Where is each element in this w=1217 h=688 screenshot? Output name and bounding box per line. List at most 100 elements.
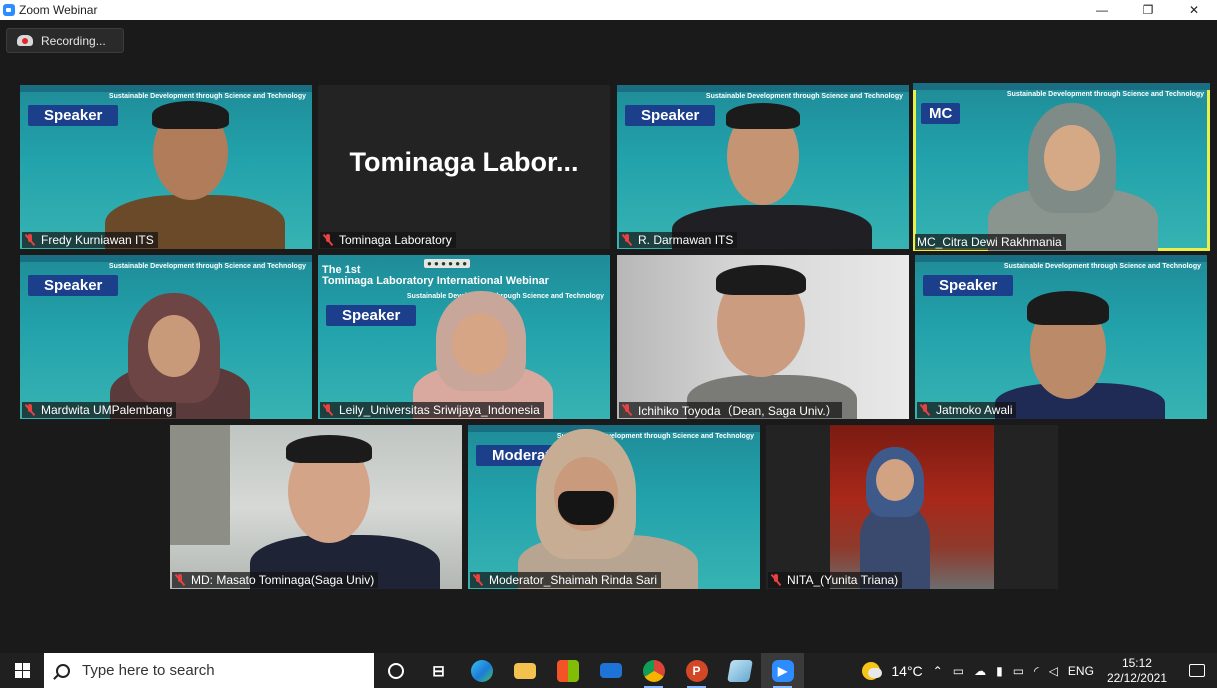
recording-indicator[interactable]: Recording... [6,28,124,53]
banner-strip [468,425,760,432]
person-hair [1027,291,1109,325]
banner-subtitle: Sustainable Development through Science … [1003,263,1201,270]
task-view-icon: ⊟ [432,662,445,680]
participant-name: Ichihiko Toyoda（Dean, Saga Univ.） [638,403,838,418]
task-view-button[interactable]: ⊟ [417,653,460,688]
taskbar-search-box[interactable]: Type here to search [44,653,374,688]
banner-strip [20,85,312,92]
app-icon [726,659,753,682]
banner-subtitle: Sustainable Development through Science … [705,93,903,100]
bookshelf [170,425,230,545]
weather-temperature[interactable]: 14°C [891,663,922,679]
taskbar-app-zoom[interactable]: ▶ [761,653,804,688]
video-tile[interactable]: ● ● ● ● ● ● The 1st Tominaga Laboratory … [318,255,610,419]
taskbar-app-misc[interactable] [718,653,761,688]
mail-icon [599,663,622,678]
participant-name-label: Fredy Kurniawan ITS [22,232,158,248]
microphone-icon[interactable]: ▮ [996,664,1003,678]
video-tile[interactable]: NITA_(Yunita Triana) [766,425,1058,589]
banner-strip [913,83,1210,90]
file-explorer-icon [513,662,536,679]
edge-icon [470,659,493,682]
participant-name: Tominaga Laboratory [339,233,452,247]
taskbar-app-store[interactable] [546,653,589,688]
participant-name-label: Leily_Universitas Sriwijaya_Indonesia [320,402,544,418]
participant-name-label: MC_Citra Dewi Rakhmania [915,234,1066,250]
cortana-icon [387,662,404,679]
participant-display-name: Tominaga Labor... [349,147,579,177]
system-clock[interactable]: 15:12 22/12/2021 [1107,656,1167,686]
participant-name: MD: Masato Tominaga(Saga Univ) [191,573,375,587]
monitor-icon[interactable]: ▭ [953,664,964,678]
cloud-record-icon [17,35,33,46]
taskbar-app-file-explorer[interactable] [503,653,546,688]
chrome-icon [642,659,665,682]
language-indicator[interactable]: ENG [1068,664,1094,678]
participant-name-label: Tominaga Laboratory [320,232,456,248]
role-badge: Speaker [28,105,119,126]
banner-subtitle: Sustainable Development through Science … [108,263,306,270]
role-badge: Speaker [923,275,1014,296]
video-tile[interactable]: Sustainable Development through Science … [468,425,760,589]
window-title: Zoom Webinar [19,3,98,17]
taskbar-app-mail[interactable] [589,653,632,688]
person-head [148,315,200,377]
participant-name: NITA_(Yunita Triana) [787,573,899,587]
window-controls: — ❐ ✕ [1079,0,1217,20]
mic-muted-icon [621,234,633,246]
video-tile[interactable]: Tominaga Labor... Tominaga Laboratory [318,85,610,249]
role-badge: Speaker [625,105,716,126]
person-head [1044,125,1100,191]
windows-logo-icon [14,663,30,678]
taskbar-app-edge[interactable] [460,653,503,688]
mic-muted-icon [472,574,484,586]
participant-name-label: Moderator_Shaimah Rinda Sari [470,572,662,588]
participant-name: Mardwita UMPalembang [41,403,173,417]
banner-strip [617,85,909,92]
banner-subtitle: Sustainable Development through Science … [108,93,306,100]
minimize-button[interactable]: — [1079,0,1125,20]
person-head [452,313,508,375]
participant-name-label: NITA_(Yunita Triana) [768,572,903,588]
weather-icon[interactable] [862,661,883,680]
banner-strip [915,255,1207,262]
video-tile[interactable]: Sustainable Development through Science … [20,255,312,419]
window-titlebar: Zoom Webinar — ❐ ✕ [0,0,1217,20]
role-badge: Speaker [326,305,417,326]
participant-name-label: Jatmoko Awali [917,402,1017,418]
person-hair [152,101,229,129]
chevron-up-icon[interactable]: ⌃ [933,664,943,678]
search-icon [56,663,70,678]
person-hair [716,265,806,295]
video-tile[interactable]: Sustainable Development through Science … [20,85,312,249]
video-tile[interactable]: MD: Masato Tominaga(Saga Univ) [170,425,462,589]
person-hair [726,103,800,129]
cloud-icon[interactable]: ☁ [974,664,986,678]
participant-name-label: R. Darmawan ITS [619,232,738,248]
search-placeholder: Type here to search [82,662,215,679]
taskbar-app-powerpoint[interactable]: P [675,653,718,688]
close-button[interactable]: ✕ [1171,0,1217,20]
cortana-button[interactable] [374,653,417,688]
video-tile-active-speaker[interactable]: Sustainable Development through Science … [913,83,1210,251]
zoom-icon [3,4,15,16]
battery-icon[interactable]: ▭ [1013,664,1024,678]
person-hair [286,435,372,463]
notification-icon [1189,664,1205,677]
mic-muted-icon [322,404,334,416]
taskbar-app-chrome[interactable] [632,653,675,688]
notification-center-button[interactable] [1177,653,1217,688]
video-tile[interactable]: Sustainable Development through Science … [617,85,909,249]
video-tile[interactable]: Sustainable Development through Science … [915,255,1207,419]
start-button[interactable] [0,653,44,688]
wifi-icon[interactable]: ◜ [1034,664,1039,678]
video-tile[interactable]: Ichihiko Toyoda（Dean, Saga Univ.） [617,255,909,419]
restore-button[interactable]: ❐ [1125,0,1171,20]
system-tray: 14°C ⌃ ▭ ☁ ▮ ▭ ◜ ◁ ENG 15:12 22/12/2021 [862,653,1217,688]
participant-name-label: Mardwita UMPalembang [22,402,177,418]
windows-taskbar: Type here to search ⊟ P ▶ 14°C ⌃ ▭ ☁ ▮ ▭… [0,653,1217,688]
role-badge: MC [921,103,961,124]
speaker-icon[interactable]: ◁ [1049,664,1058,678]
participant-name: Fredy Kurniawan ITS [41,233,154,247]
banner-subtitle: Sustainable Development through Science … [1006,91,1204,98]
